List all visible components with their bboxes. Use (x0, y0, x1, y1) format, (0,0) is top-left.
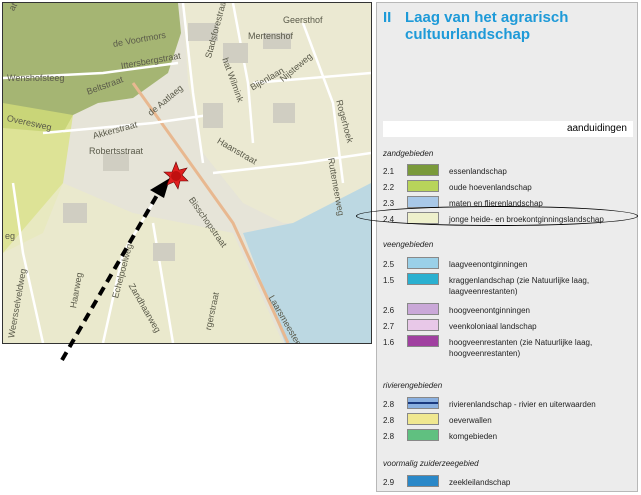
legend-swatch (407, 475, 439, 487)
highlight-ellipse (356, 206, 638, 226)
group-label: voormalig zuiderzeegebied (383, 459, 479, 468)
legend-label: komgebieden (449, 432, 498, 441)
legend-code: 2.2 (383, 183, 395, 192)
annotations-header: aanduidingen (383, 121, 633, 137)
legend-label: kraggenlandschap (zie Natuurlijke laag, … (449, 276, 590, 296)
group-label: zandgebieden (383, 149, 434, 158)
legend-row: 1.5 kraggenlandschap (zie Natuurlijke la… (383, 273, 633, 299)
legend-title-line2: cultuurlandschap (405, 26, 531, 43)
legend-label: veenkoloniaal landschap (449, 322, 537, 331)
group-label: rivierengebieden (383, 381, 443, 390)
legend-label: essenlandschap (449, 167, 507, 176)
location-star-icon (163, 161, 189, 190)
arrow-head-icon (150, 178, 170, 198)
legend-swatch (407, 319, 439, 331)
legend-code: 2.8 (383, 416, 395, 425)
legend-code: 2.5 (383, 260, 395, 269)
legend-code: 1.6 (383, 338, 395, 347)
legend-label: oeverwallen (449, 416, 492, 425)
legend-code: 2.1 (383, 167, 395, 176)
legend-swatch (407, 335, 439, 347)
legend-label: rivierenlandschap - rivier en uiterwaard… (449, 400, 596, 409)
legend-row: 2.9 zeekleilandschap (383, 475, 633, 495)
legend-code: 2.9 (383, 478, 395, 487)
legend-label: oude hoevenlandschap (449, 183, 532, 192)
legend-swatch (407, 273, 439, 285)
group-label: veengebieden (383, 240, 434, 249)
legend-code: 2.3 (383, 199, 395, 208)
legend-swatch (407, 429, 439, 441)
dashed-arrow-line (60, 189, 162, 361)
legend-title-number: II (383, 9, 392, 26)
legend-label: hoogveenontginningen (449, 306, 530, 315)
legend-label: laagveenontginningen (449, 260, 528, 269)
legend-label: zeekleilandschap (449, 478, 511, 487)
legend-swatch (407, 413, 439, 425)
legend-label: hoogveenrestanten (zie Natuurlijke laag,… (449, 338, 593, 358)
legend-swatch (407, 303, 439, 315)
legend-swatch (407, 180, 439, 192)
legend-swatch (407, 164, 439, 176)
legend-panel: II Laag van het agrarisch cultuurlandscha… (376, 2, 638, 492)
legend-code: 1.5 (383, 276, 395, 285)
legend-code: 2.7 (383, 322, 395, 331)
legend-code: 2.6 (383, 306, 395, 315)
legend-code: 2.8 (383, 432, 395, 441)
legend-row: 2.8 komgebieden (383, 429, 633, 449)
legend-code: 2.8 (383, 400, 395, 409)
legend-title-line1: Laag van het agrarisch (405, 9, 569, 26)
legend-title: II Laag van het agrarisch cultuurlandscha… (383, 9, 568, 43)
legend-swatch (407, 397, 439, 409)
legend-swatch (407, 257, 439, 269)
legend-row: 1.6 hoogveenrestanten (zie Natuurlijke l… (383, 335, 633, 361)
